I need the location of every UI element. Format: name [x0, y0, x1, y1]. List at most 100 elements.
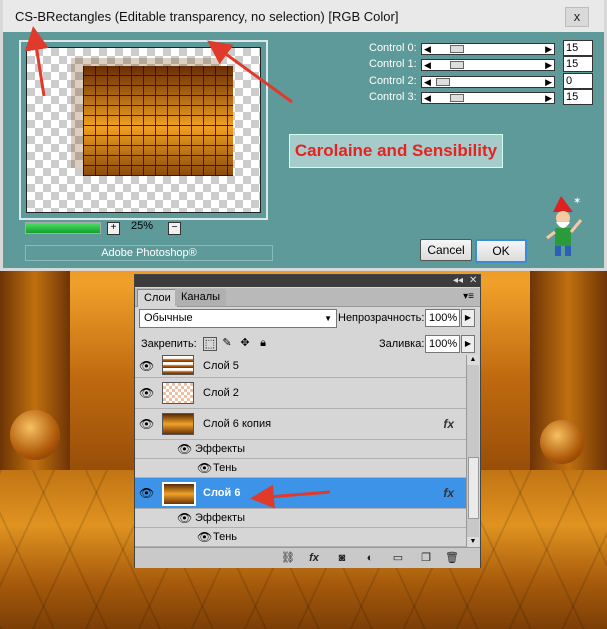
control-slider[interactable]: ◀ ▶	[421, 92, 555, 104]
control-value-input[interactable]: 15	[563, 89, 593, 105]
visibility-eye-icon[interactable]: 👁︎	[197, 461, 213, 475]
layer-thumbnail	[162, 382, 194, 404]
slider-thumb[interactable]	[449, 94, 464, 102]
layers-panel: ◂◂ ✕ Слои Каналы ▾≡ Обычные ▼ Непрозрачн…	[134, 274, 481, 568]
preview-canvas[interactable]	[26, 47, 261, 213]
effects-row[interactable]: 👁︎ Эффекты	[135, 509, 466, 528]
control-slider[interactable]: ◀ ▶	[421, 43, 555, 55]
effects-row[interactable]: 👁︎ Эффекты	[135, 440, 466, 459]
fill-arrow-icon[interactable]: ▶	[461, 335, 475, 353]
filter-dialog: CS-BRectangles (Editable transparency, n…	[0, 0, 607, 271]
add-style-icon[interactable]: fx	[307, 552, 321, 564]
scroll-thumb[interactable]	[468, 457, 479, 519]
slider-left-arrow-icon[interactable]: ◀	[424, 44, 431, 55]
slider-right-arrow-icon[interactable]: ▶	[545, 60, 552, 71]
zoom-out-button[interactable]: −	[168, 222, 181, 235]
fx-icon[interactable]: fx	[443, 417, 454, 431]
zoom-level: 25%	[131, 220, 154, 232]
slider-thumb[interactable]	[436, 78, 450, 86]
panel-header: ◂◂ ✕	[135, 275, 480, 287]
adjustment-layer-icon[interactable]: ◐	[363, 552, 377, 564]
author-banner: Carolaine and Sensibility	[289, 134, 503, 168]
visibility-eye-icon[interactable]: 👁︎	[139, 359, 155, 373]
gnome-mascot-icon: ✶	[546, 196, 583, 256]
control-label: Control 2:	[369, 75, 417, 87]
effects-label: Эффекты	[195, 443, 246, 455]
layer-name: Слой 5	[203, 360, 239, 372]
layer-thumbnail	[162, 482, 196, 506]
lock-transparency-icon[interactable]: ⬚	[203, 337, 217, 351]
svg-text:✶: ✶	[573, 196, 581, 207]
control-value-input[interactable]: 15	[563, 56, 593, 72]
layer-row-layer2[interactable]: 👁︎ Слой 2	[135, 378, 466, 409]
background-sphere	[540, 420, 584, 464]
control-row-3: Control 3: ◀ ▶ 15	[369, 89, 593, 105]
blend-mode-select[interactable]: Обычные ▼	[139, 309, 337, 328]
effect-name: Тень	[213, 462, 238, 474]
lock-all-icon[interactable]: 🔒︎	[257, 337, 269, 349]
delete-layer-icon[interactable]: 🗑︎	[445, 552, 459, 564]
dialog-titlebar: CS-BRectangles (Editable transparency, n…	[3, 0, 604, 32]
visibility-eye-icon[interactable]: 👁︎	[139, 386, 155, 400]
slider-right-arrow-icon[interactable]: ▶	[545, 44, 552, 55]
fx-icon[interactable]: fx	[443, 486, 454, 500]
collapse-icon[interactable]: ◂◂	[453, 275, 463, 287]
effect-shadow-row[interactable]: 👁︎ Тень	[135, 459, 466, 478]
close-panel-icon[interactable]: ✕	[469, 275, 477, 287]
preview-frame	[19, 40, 268, 220]
visibility-eye-icon[interactable]: 👁︎	[177, 442, 193, 456]
control-slider[interactable]: ◀ ▶	[421, 59, 555, 71]
opacity-input[interactable]: 100%	[425, 309, 460, 327]
lock-move-icon[interactable]: ✥	[239, 337, 251, 349]
lock-brush-icon[interactable]: ✎	[221, 337, 233, 349]
layers-scrollbar[interactable]: ▲ ▼	[466, 355, 479, 547]
slider-right-arrow-icon[interactable]: ▶	[545, 93, 552, 104]
background-pillar	[530, 270, 607, 500]
control-row-2: Control 2: ◀ ▶ 0	[369, 73, 593, 89]
layer-row-layer6[interactable]: 👁︎ Слой 6 fx	[135, 478, 466, 509]
scroll-down-icon[interactable]: ▼	[467, 537, 479, 547]
scroll-up-icon[interactable]: ▲	[467, 355, 479, 365]
control-value-input[interactable]: 0	[563, 73, 593, 89]
ok-button[interactable]: OK	[475, 239, 527, 263]
slider-right-arrow-icon[interactable]: ▶	[545, 77, 552, 88]
control-label: Control 3:	[369, 91, 417, 103]
slider-thumb[interactable]	[449, 45, 464, 53]
layer-row-layer6-copy[interactable]: 👁︎ Слой 6 копия fx	[135, 409, 466, 440]
layer-thumbnail	[162, 413, 194, 435]
progress-bar	[25, 222, 101, 234]
slider-left-arrow-icon[interactable]: ◀	[424, 60, 431, 71]
slider-left-arrow-icon[interactable]: ◀	[424, 93, 431, 104]
control-label: Control 0:	[369, 42, 417, 54]
effects-label: Эффекты	[195, 512, 246, 524]
add-mask-icon[interactable]: ◙	[335, 552, 349, 564]
fill-input[interactable]: 100%	[425, 335, 460, 353]
control-row-1: Control 1: ◀ ▶ 15	[369, 56, 593, 72]
effect-shadow-row[interactable]: 👁︎ Тень	[135, 528, 466, 547]
blend-mode-value: Обычные	[144, 312, 193, 324]
layer-name: Слой 6 копия	[203, 418, 272, 430]
visibility-eye-icon[interactable]: 👁︎	[139, 486, 155, 500]
visibility-eye-icon[interactable]: 👁︎	[139, 417, 155, 431]
control-row-0: Control 0: ◀ ▶ 15	[369, 40, 593, 56]
close-button[interactable]: x	[565, 7, 589, 27]
new-group-icon[interactable]: ▭	[391, 552, 405, 564]
layer-row-layer5[interactable]: 👁︎ Слой 5	[135, 355, 466, 378]
opacity-arrow-icon[interactable]: ▶	[461, 309, 475, 327]
cancel-button[interactable]: Cancel	[420, 239, 472, 261]
visibility-eye-icon[interactable]: 👁︎	[197, 530, 213, 544]
control-slider[interactable]: ◀ ▶	[421, 76, 555, 88]
slider-left-arrow-icon[interactable]: ◀	[424, 77, 431, 88]
opacity-label: Непрозрачность:	[338, 312, 425, 324]
tab-layers[interactable]: Слои	[137, 289, 178, 307]
layer-name: Слой 2	[203, 387, 239, 399]
visibility-eye-icon[interactable]: 👁︎	[177, 511, 193, 525]
zoom-in-button[interactable]: +	[107, 222, 120, 235]
control-value-input[interactable]: 15	[563, 40, 593, 56]
panel-menu-icon[interactable]: ▾≡	[463, 291, 474, 302]
new-layer-icon[interactable]: ❐	[419, 552, 433, 564]
effect-name: Тень	[213, 531, 238, 543]
link-layers-icon[interactable]: ⛓︎	[281, 552, 295, 564]
tab-channels[interactable]: Каналы	[175, 289, 227, 306]
slider-thumb[interactable]	[449, 61, 464, 69]
